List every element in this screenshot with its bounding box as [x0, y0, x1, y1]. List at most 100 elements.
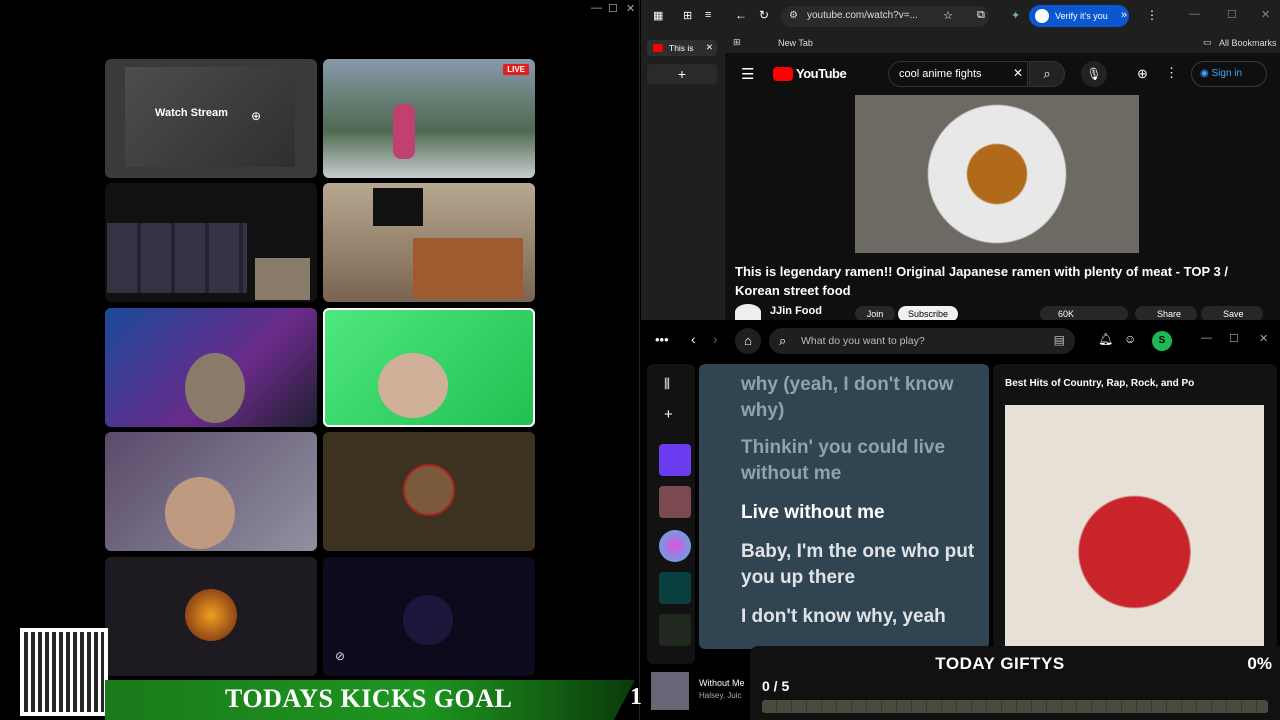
playlist-thumb[interactable] — [659, 572, 691, 604]
track-title[interactable]: Without Me — [699, 678, 745, 688]
stream-tile-7[interactable] — [105, 432, 317, 551]
search-value: cool anime fights — [899, 68, 982, 80]
youtube-logo-icon[interactable] — [773, 67, 793, 81]
stream-tile-1[interactable]: Watch Stream ⊕ — [105, 59, 317, 178]
playlist-thumb[interactable] — [659, 614, 691, 646]
stream-tile-9[interactable] — [105, 557, 317, 676]
close-icon[interactable]: ✕ — [626, 2, 635, 15]
more-chevrons-icon[interactable]: » — [1121, 9, 1127, 21]
stream-tile-6-selected[interactable] — [323, 308, 535, 427]
maximize-icon[interactable]: ☐ — [608, 2, 618, 15]
video-player[interactable] — [855, 95, 1139, 253]
stream-tile-4[interactable] — [323, 183, 535, 302]
stream-tile-10[interactable]: ⊘ — [323, 557, 535, 676]
gifts-percent: 0% — [1247, 654, 1272, 673]
verify-label: Verify it's you — [1055, 11, 1108, 21]
site-info-icon[interactable]: ⚙ — [789, 10, 798, 21]
address-bar[interactable]: ⚙ youtube.com/watch?v=... — [781, 6, 989, 27]
youtube-favicon-icon — [653, 44, 663, 52]
track-thumb[interactable] — [651, 672, 689, 710]
live-badge: LIVE — [503, 64, 529, 75]
profile-avatar-icon — [1035, 9, 1049, 23]
now-playing-bar: Without Me Halsey, Juic — [647, 664, 757, 720]
minimize-icon[interactable]: — — [1189, 8, 1200, 20]
gemini-icon[interactable]: ✦ — [1011, 9, 1020, 22]
vertical-tabs-icon[interactable]: ≡ — [705, 9, 711, 21]
verify-button[interactable]: Verify it's you — [1029, 5, 1129, 27]
watch-stream-icon[interactable]: ⊕ — [251, 109, 261, 123]
bookmark-new-tab[interactable]: New Tab — [778, 38, 813, 48]
back-icon[interactable]: ← — [735, 8, 747, 22]
tab-label: This is — [669, 43, 694, 53]
maximize-icon[interactable]: ☐ — [1227, 8, 1237, 21]
search-icon: ⌕ — [779, 333, 787, 348]
stream-tile-2[interactable]: LIVE — [323, 59, 535, 178]
hamburger-menu-icon[interactable]: ☰ — [741, 65, 754, 83]
browser-toolbar: ▦ ⊞ ≡ ← ↻ ⚙ youtube.com/watch?v=... ☆ ⧉ … — [641, 0, 1280, 33]
close-icon[interactable]: ✕ — [1259, 332, 1268, 345]
now-playing-panel: Best Hits of Country, Rap, Rock, and Po — [993, 364, 1277, 649]
channel-name[interactable]: JJin Food — [770, 305, 822, 317]
create-playlist-icon[interactable]: + — [664, 406, 673, 423]
user-avatar — [185, 589, 237, 641]
sign-in-label: Sign in — [1211, 68, 1243, 79]
account-icon: ◉ — [1200, 68, 1209, 79]
lyric-line-active[interactable]: Live without me — [741, 500, 981, 526]
track-artist[interactable]: Halsey, Juic — [699, 691, 742, 700]
sign-in-button[interactable]: ◉ Sign in — [1191, 61, 1267, 87]
channel-avatar[interactable] — [735, 304, 761, 320]
minimize-icon[interactable]: — — [1201, 332, 1212, 344]
stream-tile-5[interactable] — [105, 308, 317, 427]
lyric-line[interactable]: I don't know why, yeah — [741, 604, 981, 630]
library-icon[interactable]: ⫼ — [664, 376, 670, 392]
browse-icon[interactable]: ▤ — [1054, 333, 1065, 347]
all-bookmarks[interactable]: All Bookmarks — [1219, 38, 1277, 48]
search-placeholder: What do you want to play? — [801, 335, 925, 347]
tab-search-icon[interactable]: ⊞ — [683, 9, 692, 22]
liked-songs-thumb[interactable] — [659, 444, 691, 476]
youtube-logo-text[interactable]: YouTube — [796, 66, 847, 81]
close-icon[interactable]: ✕ — [1261, 8, 1270, 21]
lyric-line[interactable]: why (yeah, I don't know why) — [741, 372, 981, 424]
lyric-line[interactable]: Thinkin' you could live without me — [741, 435, 981, 487]
youtube-search-input[interactable]: cool anime fights — [888, 61, 1028, 87]
watch-stream-button[interactable]: Watch Stream — [155, 107, 228, 119]
stream-tile-3[interactable] — [105, 183, 317, 302]
reload-icon[interactable]: ↻ — [759, 8, 769, 22]
maximize-icon[interactable]: ☐ — [1229, 332, 1239, 345]
tab-actions-icon[interactable]: ▦ — [653, 9, 663, 22]
playlist-title[interactable]: Best Hits of Country, Rap, Rock, and Po — [1005, 378, 1194, 389]
search-button-icon[interactable]: ⌕ — [1029, 61, 1065, 87]
gifts-title: TODAY GIFTYS — [935, 654, 1065, 673]
muted-video-icon[interactable]: ⊘ — [335, 649, 345, 663]
menu-dots-icon[interactable]: ⋮ — [1146, 8, 1158, 22]
menu-dots-icon[interactable]: ••• — [655, 332, 669, 347]
artist-thumb[interactable] — [659, 530, 691, 562]
spotify-search-input[interactable]: ⌕ What do you want to play? ▤ — [769, 328, 1075, 354]
minimize-icon[interactable]: — — [591, 2, 602, 14]
tab-youtube[interactable]: This is ✕ — [647, 40, 717, 56]
home-icon[interactable]: ⌂ — [735, 328, 761, 354]
notifications-icon[interactable]: 🔔︎ — [1098, 332, 1113, 346]
folder-icon: ▭ — [1203, 37, 1212, 47]
tab-close-icon[interactable]: ✕ — [706, 42, 713, 53]
webcam-feed — [255, 258, 310, 300]
apps-icon[interactable]: ⊞ — [733, 37, 741, 48]
forward-icon[interactable]: › — [713, 331, 718, 347]
playlist-thumb[interactable] — [659, 486, 691, 518]
qr-code — [20, 628, 108, 716]
bookmark-star-icon[interactable]: ☆ — [943, 9, 953, 22]
stream-tile-8[interactable] — [323, 432, 535, 551]
library-sidebar: ⫼ + — [647, 364, 695, 664]
clear-search-icon[interactable]: ✕ — [1013, 66, 1023, 80]
more-options-icon[interactable]: ⋮ — [1165, 65, 1178, 81]
spotify-topbar: ••• ‹ › ⌂ ⌕ What do you want to play? ▤ … — [641, 320, 1280, 362]
create-icon[interactable]: ⊕ — [1137, 66, 1148, 82]
friends-icon[interactable]: ☺ — [1124, 332, 1136, 346]
user-avatar[interactable]: S — [1152, 331, 1172, 351]
extensions-icon[interactable]: ⧉ — [977, 9, 985, 22]
new-tab-button[interactable]: + — [647, 64, 717, 84]
back-icon[interactable]: ‹ — [691, 331, 696, 347]
lyric-line[interactable]: Baby, I'm the one who put you up there — [741, 539, 981, 591]
voice-search-icon[interactable]: 🎙 — [1081, 61, 1107, 87]
